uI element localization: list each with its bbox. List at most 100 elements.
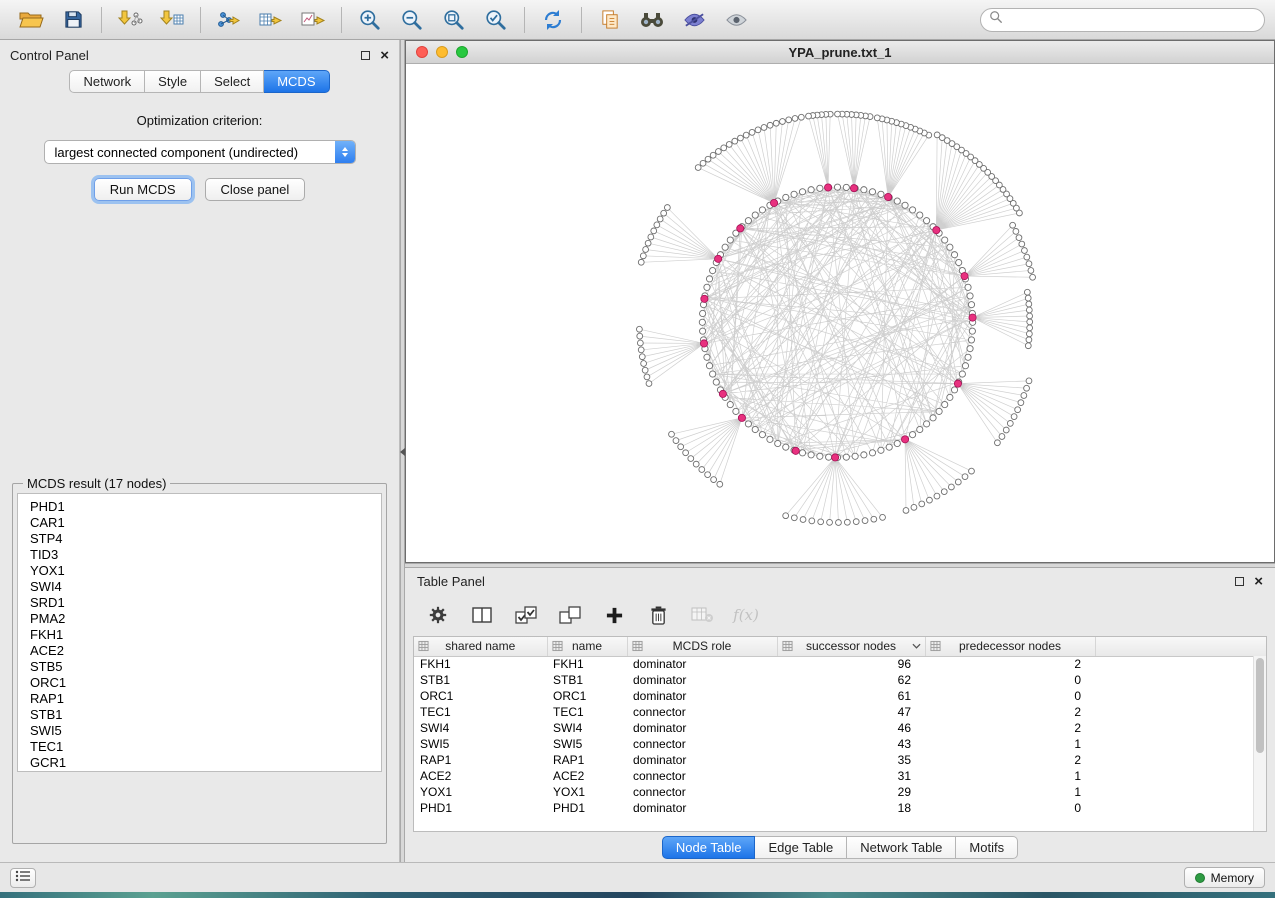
column-header-filler <box>1095 637 1266 656</box>
mcds-result-item[interactable]: SRD1 <box>30 595 381 611</box>
vertical-splitter[interactable] <box>400 40 405 862</box>
node-table-body: FKH1FKH1dominator962STB1STB1dominator620… <box>414 656 1266 816</box>
table-row[interactable]: YOX1YOX1connector291 <box>414 784 1266 800</box>
optimization-criterion-label: Optimization criterion: <box>8 113 391 128</box>
mcds-result-item[interactable]: FKH1 <box>30 627 381 643</box>
import-table-button[interactable] <box>151 4 193 36</box>
search-icon <box>989 10 1003 29</box>
mcds-result-item[interactable]: STB5 <box>30 659 381 675</box>
tab-motifs[interactable]: Motifs <box>956 836 1018 859</box>
zoom-out-button[interactable] <box>391 4 433 36</box>
tab-style[interactable]: Style <box>145 70 201 93</box>
table-row[interactable]: ORC1ORC1dominator610 <box>414 688 1266 704</box>
table-scrollbar-thumb[interactable] <box>1256 658 1264 753</box>
mcds-result-group: MCDS result (17 nodes) PHD1CAR1STP4TID3Y… <box>12 476 387 844</box>
run-mcds-button[interactable]: Run MCDS <box>94 178 192 201</box>
toolbar-divider <box>524 7 525 33</box>
mcds-result-item[interactable]: YOX1 <box>30 563 381 579</box>
mcds-result-item[interactable]: STP4 <box>30 531 381 547</box>
show-all-button[interactable] <box>715 4 757 36</box>
dropdown-stepper-icon <box>335 141 355 163</box>
network-canvas[interactable] <box>406 64 1274 562</box>
search-input[interactable] <box>1008 13 1256 27</box>
table-row[interactable]: STB1STB1dominator620 <box>414 672 1266 688</box>
save-session-button[interactable] <box>52 4 94 36</box>
hide-selected-button[interactable] <box>673 4 715 36</box>
mcds-result-item[interactable]: SWI4 <box>30 579 381 595</box>
tab-network[interactable]: Network <box>69 70 145 93</box>
criterion-dropdown[interactable]: largest connected component (undirected) <box>44 140 356 164</box>
mcds-result-item[interactable]: GCR1 <box>30 755 381 771</box>
tab-node-table[interactable]: Node Table <box>662 836 756 859</box>
column-header-name[interactable]: name <box>547 637 627 656</box>
control-panel-title: Control Panel <box>10 48 89 63</box>
mcds-result-item[interactable]: TID3 <box>30 547 381 563</box>
mcds-result-item[interactable]: TEC1 <box>30 739 381 755</box>
column-header-successor-nodes[interactable]: successor nodes <box>777 637 925 656</box>
deselect-all-rows-button[interactable] <box>555 599 585 631</box>
mcds-result-item[interactable]: STB1 <box>30 707 381 723</box>
network-window: YPA_prune.txt_1 <box>405 40 1275 563</box>
delete-table-button <box>687 599 717 631</box>
mcds-result-item[interactable]: CAR1 <box>30 515 381 531</box>
mcds-result-item[interactable]: RAP1 <box>30 691 381 707</box>
collapse-arrow-icon[interactable] <box>400 448 405 456</box>
export-table-button[interactable] <box>250 4 292 36</box>
delete-column-button[interactable] <box>643 599 673 631</box>
main-toolbar-icons <box>10 4 757 36</box>
tab-select[interactable]: Select <box>201 70 264 93</box>
close-panel-icon[interactable]: × <box>380 51 389 60</box>
import-network-button[interactable] <box>109 4 151 36</box>
table-row[interactable]: PHD1PHD1dominator180 <box>414 800 1266 816</box>
table-row[interactable]: SWI4SWI4dominator462 <box>414 720 1266 736</box>
refresh-button[interactable] <box>532 4 574 36</box>
close-table-panel-icon[interactable]: × <box>1254 577 1263 586</box>
column-grid-icon <box>930 641 941 652</box>
table-row[interactable]: SWI5SWI5connector431 <box>414 736 1266 752</box>
column-header-shared-name[interactable]: shared name <box>414 637 547 656</box>
tab-edge-table[interactable]: Edge Table <box>755 836 847 859</box>
column-visibility-button[interactable] <box>467 599 497 631</box>
create-column-button[interactable] <box>599 599 629 631</box>
table-row[interactable]: ACE2ACE2connector311 <box>414 768 1266 784</box>
zoom-selected-button[interactable] <box>475 4 517 36</box>
table-settings-button[interactable] <box>423 599 453 631</box>
mcds-result-item[interactable]: PHD1 <box>30 499 381 515</box>
column-header-MCDS-role[interactable]: MCDS role <box>627 637 777 656</box>
export-image-button[interactable] <box>292 4 334 36</box>
table-scrollbar-track <box>1253 656 1266 831</box>
open-session-button[interactable] <box>10 4 52 36</box>
sort-chevron-icon <box>912 643 921 649</box>
float-table-panel-icon[interactable] <box>1235 577 1244 586</box>
float-panel-icon[interactable] <box>361 51 370 60</box>
criterion-value: largest connected component (undirected) <box>55 145 299 160</box>
column-grid-icon <box>782 641 793 652</box>
zoom-in-button[interactable] <box>349 4 391 36</box>
desktop-wallpaper-strip <box>0 892 1275 898</box>
tab-network-table[interactable]: Network Table <box>847 836 956 859</box>
find-button[interactable] <box>631 4 673 36</box>
mcds-result-item[interactable]: PMA2 <box>30 611 381 627</box>
mcds-result-item[interactable]: ACE2 <box>30 643 381 659</box>
export-network-button[interactable] <box>208 4 250 36</box>
search-field[interactable] <box>980 8 1265 32</box>
mcds-result-item[interactable]: SWI5 <box>30 723 381 739</box>
select-all-rows-button[interactable] <box>511 599 541 631</box>
list-icon <box>15 869 31 887</box>
table-row[interactable]: TEC1TEC1connector472 <box>414 704 1266 720</box>
mcds-panel: Optimization criterion: largest connecte… <box>0 93 399 862</box>
zoom-fit-button[interactable] <box>433 4 475 36</box>
network-window-title: YPA_prune.txt_1 <box>406 45 1274 60</box>
node-table-container: shared namenameMCDS rolesuccessor nodesp… <box>413 636 1267 832</box>
mcds-result-item[interactable]: ORC1 <box>30 675 381 691</box>
table-row[interactable]: RAP1RAP1dominator352 <box>414 752 1266 768</box>
column-header-predecessor-nodes[interactable]: predecessor nodes <box>925 637 1095 656</box>
copy-network-button[interactable] <box>589 4 631 36</box>
table-panel: Table Panel × f(x) shared namenameMCDS r… <box>405 568 1275 862</box>
table-row[interactable]: FKH1FKH1dominator962 <box>414 656 1266 672</box>
tab-mcds[interactable]: MCDS <box>264 70 329 93</box>
network-view <box>406 64 1274 562</box>
memory-button[interactable]: Memory <box>1184 867 1265 888</box>
close-panel-button[interactable]: Close panel <box>205 178 306 201</box>
panel-menu-button[interactable] <box>10 868 36 888</box>
